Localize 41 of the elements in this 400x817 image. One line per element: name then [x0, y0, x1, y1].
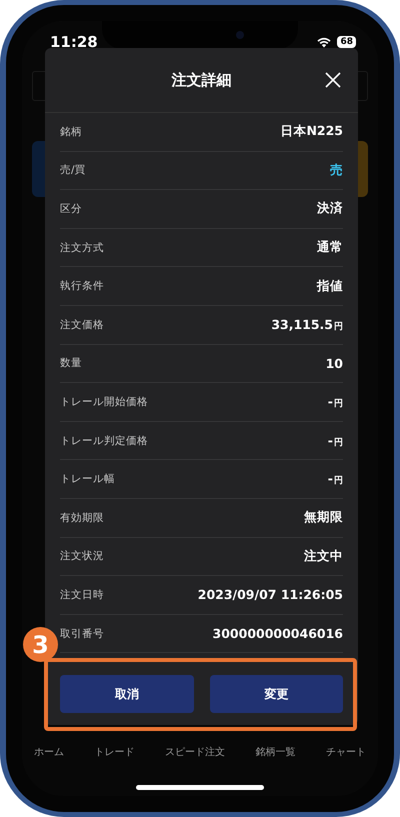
field-value: 無期限: [304, 509, 343, 526]
field-value: 300000000046016: [212, 626, 343, 642]
field-value: 通常: [317, 239, 343, 256]
field-value: 10: [326, 356, 343, 371]
field-label: トレール開始価格: [60, 394, 148, 409]
close-icon[interactable]: [325, 72, 341, 88]
status-time: 11:28: [50, 33, 98, 51]
field-value: 指値: [317, 278, 343, 295]
step-badge: 3: [23, 627, 58, 662]
nav-item[interactable]: 銘柄一覧: [256, 745, 296, 759]
field-label: トレール判定価格: [60, 434, 148, 448]
field-value: 注文中: [304, 548, 343, 565]
field-value: 売: [330, 162, 343, 179]
field-label: 有効期限: [60, 510, 104, 525]
field-label: 銘柄: [60, 124, 82, 139]
field-value: 2023/09/07 11:26:05: [198, 587, 343, 602]
change-button[interactable]: 変更: [210, 675, 343, 714]
field-value: 日本N225: [280, 123, 343, 140]
field-value: -円: [328, 394, 343, 410]
nav-item[interactable]: スピード注文: [165, 745, 225, 759]
field-label: 区分: [60, 202, 82, 216]
battery-level: 68: [337, 36, 356, 48]
field-label: 注文方式: [60, 240, 104, 255]
field-label: 売/買: [60, 163, 86, 178]
field-value: -円: [328, 471, 343, 488]
field-label: 執行条件: [60, 279, 104, 294]
dialog-title: 注文詳細: [172, 70, 232, 90]
field-label: 注文価格: [60, 318, 104, 332]
nav-item[interactable]: トレード: [94, 745, 134, 759]
field-label: 取引番号: [60, 626, 104, 641]
nav-item[interactable]: ホーム: [34, 745, 64, 759]
field-value: 33,115.5 円: [271, 316, 343, 333]
field-label: 数量: [60, 356, 82, 370]
wifi-icon: [316, 36, 332, 48]
cancel-button[interactable]: 取消: [60, 675, 194, 714]
field-label: 注文状況: [60, 549, 104, 564]
field-label: 注文日時: [60, 588, 104, 602]
field-value: -円: [328, 432, 343, 449]
field-value: 決済: [317, 200, 343, 218]
field-label: トレール幅: [60, 472, 115, 486]
nav-item[interactable]: チャート: [326, 745, 366, 759]
